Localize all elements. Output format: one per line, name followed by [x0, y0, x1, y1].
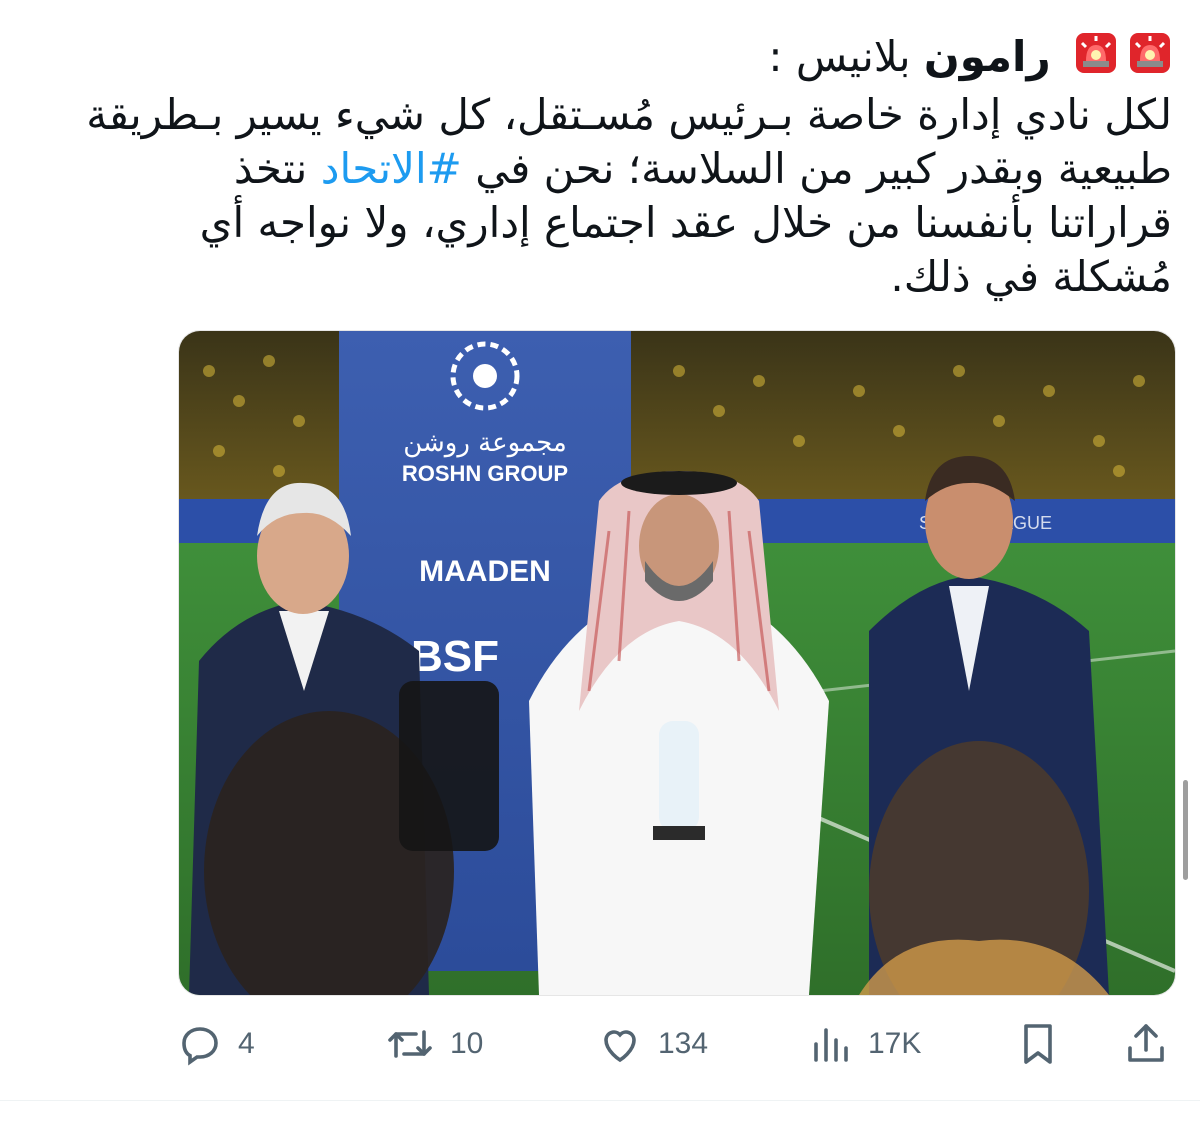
- heart-icon: [596, 1020, 644, 1068]
- tweet-line-2-start: طبيعية وبقدر كبير من السلاسة؛ نحن في: [475, 144, 1172, 193]
- scrollbar-thumb[interactable]: [1183, 780, 1188, 880]
- banner-brand-en: ROSHN GROUP: [402, 461, 568, 486]
- banner-sponsor-1: MAADEN: [419, 555, 551, 588]
- author-first-name: رامون: [923, 32, 1051, 81]
- tweet-line-1: لكل نادي إدارة خاصة بـرئيس مُسـتقل، كل ش…: [86, 90, 1172, 139]
- like-count: 134: [658, 1027, 709, 1060]
- author-rest: بلانيس :: [768, 32, 911, 81]
- reply-count: 4: [238, 1027, 255, 1060]
- photo-illustration: SAUDI LEAGUE مجموعة روشن ROSHN GROUP MAA…: [179, 331, 1175, 995]
- banner-sponsor-2: BSF: [411, 632, 499, 681]
- tweet-line-3: قراراتنا بأنفسنا من خلال عقد اجتماع إدار…: [199, 198, 1172, 247]
- tweet-line-2: طبيعية وبقدر كبير من السلاسة؛ نحن في #ال…: [72, 142, 1172, 196]
- repost-button[interactable]: 10: [384, 1016, 483, 1072]
- tweet-header-line: رامون بلانيس :: [72, 30, 1172, 88]
- views-button[interactable]: 17K: [806, 1016, 921, 1072]
- tweet-line-2-end: نتخذ: [233, 144, 308, 193]
- tweet-media-photo[interactable]: SAUDI LEAGUE مجموعة روشن ROSHN GROUP MAA…: [178, 330, 1176, 996]
- tweet-line-4: مُشكلة في ذلك.: [890, 252, 1172, 301]
- reply-button[interactable]: 4: [176, 1016, 255, 1072]
- repost-icon: [384, 1020, 436, 1068]
- siren-emoji-icon: [1128, 31, 1172, 88]
- views-count: 17K: [868, 1027, 922, 1060]
- share-button[interactable]: [1122, 1016, 1170, 1072]
- tweet-action-bar: 4 10 134 17K: [0, 1016, 1200, 1076]
- bookmark-button[interactable]: [1014, 1016, 1062, 1072]
- hashtag-link[interactable]: #الاتحاد: [321, 144, 462, 193]
- analytics-bars-icon: [806, 1020, 854, 1068]
- banner-brand-ar: مجموعة روشن: [403, 428, 567, 458]
- divider: [0, 1100, 1200, 1101]
- bookmark-icon: [1014, 1020, 1062, 1068]
- share-icon: [1122, 1020, 1170, 1068]
- like-button[interactable]: 134: [596, 1016, 708, 1072]
- repost-count: 10: [450, 1027, 484, 1060]
- tweet-text: رامون بلانيس : لكل نادي إدارة خاصة بـرئي…: [72, 30, 1172, 304]
- reply-icon: [176, 1020, 224, 1068]
- siren-emoji-icon: [1074, 31, 1118, 88]
